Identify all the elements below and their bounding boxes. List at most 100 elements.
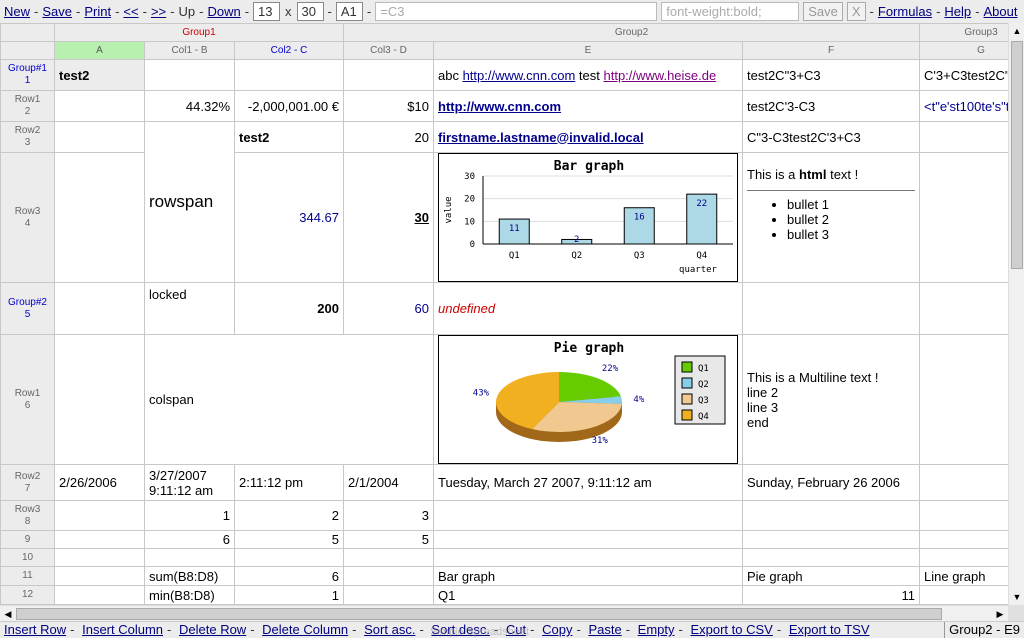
row-header[interactable]: Row1 2 <box>0 90 55 122</box>
cell-b5[interactable]: locked <box>144 282 235 335</box>
cell-d9[interactable]: 5 <box>343 530 434 549</box>
cell-g9[interactable] <box>919 530 1008 549</box>
cell-d12[interactable] <box>343 585 434 605</box>
cell-b11[interactable]: sum(B8:D8) <box>144 566 235 586</box>
row-header[interactable]: Row2 3 <box>0 121 55 153</box>
cell-f4[interactable]: This is a html text ! bullet 1 bullet 2 … <box>742 152 920 283</box>
cell-d5[interactable]: 60 <box>343 282 434 335</box>
horizontal-scroll-thumb[interactable] <box>16 608 942 620</box>
cell-f1[interactable]: test2C"3+C3 <box>742 59 920 91</box>
cell-b6-colspan[interactable]: colspan <box>144 334 434 465</box>
cell-g2[interactable]: <t"e'st100te's"t <box>919 90 1008 122</box>
row-header[interactable]: 11 <box>0 566 55 586</box>
cell-b9[interactable]: 6 <box>144 530 235 549</box>
new-link[interactable]: New <box>4 4 30 19</box>
cell-c5[interactable]: 200 <box>234 282 344 335</box>
sort-asc-link[interactable]: Sort asc. <box>364 622 415 637</box>
col-header-d[interactable]: Col3 - D <box>343 41 434 60</box>
row-header[interactable]: Group#2 5 <box>0 282 55 335</box>
cell-e3[interactable]: firstname.lastname@invalid.local <box>433 121 743 153</box>
row-header[interactable]: Row3 4 <box>0 152 55 283</box>
cell-f2[interactable]: test2C'3-C3 <box>742 90 920 122</box>
cell-f3[interactable]: C"3-C3test2C'3+C3 <box>742 121 920 153</box>
cell-e10[interactable] <box>433 548 743 567</box>
delete-column-link[interactable]: Delete Column <box>262 622 348 637</box>
cell-b1[interactable] <box>144 59 235 91</box>
cell-g12[interactable] <box>919 585 1008 605</box>
col-header-a[interactable]: A <box>54 41 145 60</box>
cell-e5[interactable]: undefined <box>433 282 743 335</box>
cell-c4[interactable]: 344.67 <box>234 152 344 283</box>
cell-d8[interactable]: 3 <box>343 500 434 531</box>
close-button[interactable]: X <box>846 2 866 21</box>
cell-c9[interactable]: 5 <box>234 530 344 549</box>
cell-f7[interactable]: Sunday, February 26 2006 <box>742 464 920 501</box>
cell-g7[interactable] <box>919 464 1008 501</box>
cell-b3-rowspan[interactable]: rowspan <box>144 121 235 283</box>
col-header-c[interactable]: Col2 - C <box>234 41 344 60</box>
copy-link[interactable]: Copy <box>542 622 572 637</box>
cols-input[interactable]: 30 <box>296 2 324 21</box>
group-header-3[interactable]: Group3 <box>919 23 1008 42</box>
cell-d1[interactable] <box>343 59 434 91</box>
cell-c1[interactable] <box>234 59 344 91</box>
cell-c11[interactable]: 6 <box>234 566 344 586</box>
col-header-g[interactable]: G <box>919 41 1008 60</box>
horizontal-scrollbar[interactable]: ◀ ▶ <box>0 605 1008 621</box>
cell-e7[interactable]: Tuesday, March 27 2007, 9:11:12 am <box>433 464 743 501</box>
formula-input[interactable]: =C3 <box>375 2 658 21</box>
cell-a6[interactable] <box>54 334 145 465</box>
cell-e12[interactable]: Q1 <box>433 585 743 605</box>
cell-a2[interactable] <box>54 90 145 122</box>
cell-a1[interactable]: test2 <box>54 59 145 91</box>
email-link[interactable]: firstname.lastname@invalid.local <box>438 130 644 145</box>
row-header[interactable]: Group#1 1 <box>0 59 55 91</box>
cell-e8[interactable] <box>433 500 743 531</box>
export-csv-link[interactable]: Export to CSV <box>690 622 772 637</box>
cell-c8[interactable]: 2 <box>234 500 344 531</box>
cell-c12[interactable]: 1 <box>234 585 344 605</box>
cell-d10[interactable] <box>343 548 434 567</box>
scroll-down-icon[interactable]: ▼ <box>1009 589 1024 605</box>
cell-a12[interactable] <box>54 585 145 605</box>
cell-c2[interactable]: -2,000,001.00 € <box>234 90 344 122</box>
insert-row-link[interactable]: Insert Row <box>4 622 66 637</box>
cell-d2[interactable]: $10 <box>343 90 434 122</box>
row-header[interactable]: 10 <box>0 548 55 567</box>
cnn-link[interactable]: http://www.cnn.com <box>463 68 576 83</box>
formulas-link[interactable]: Formulas <box>878 4 932 19</box>
cell-f5[interactable] <box>742 282 920 335</box>
cell-b7[interactable]: 3/27/2007 9:11:12 am <box>144 464 235 501</box>
cell-a11[interactable] <box>54 566 145 586</box>
row-header[interactable]: Row3 8 <box>0 500 55 531</box>
print-link[interactable]: Print <box>84 4 111 19</box>
about-link[interactable]: About <box>984 4 1018 19</box>
cell-g8[interactable] <box>919 500 1008 531</box>
save-button[interactable]: Save <box>803 2 843 21</box>
group-header-1[interactable]: Group1 <box>54 23 344 42</box>
rows-input[interactable]: 13 <box>253 2 281 21</box>
corner-cell[interactable] <box>0 23 55 42</box>
cell-g4[interactable] <box>919 152 1008 283</box>
cell-e9[interactable] <box>433 530 743 549</box>
cell-f11[interactable]: Pie graph <box>742 566 920 586</box>
cell-e2[interactable]: http://www.cnn.com <box>433 90 743 122</box>
insert-column-link[interactable]: Insert Column <box>82 622 163 637</box>
cell-b10[interactable] <box>144 548 235 567</box>
col-header-f[interactable]: F <box>742 41 920 60</box>
prev-link[interactable]: << <box>123 4 138 19</box>
cell-a4[interactable] <box>54 152 145 283</box>
row-header[interactable]: Row2 7 <box>0 464 55 501</box>
col-header-b[interactable]: Col1 - B <box>144 41 235 60</box>
cnn-link-bold[interactable]: http://www.cnn.com <box>438 99 561 114</box>
cell-g3[interactable] <box>919 121 1008 153</box>
cell-ref-input[interactable]: A1 <box>335 2 363 21</box>
cell-b12[interactable]: min(B8:D8) <box>144 585 235 605</box>
cell-f12[interactable]: 11 <box>742 585 920 605</box>
cell-a5[interactable] <box>54 282 145 335</box>
cell-d11[interactable] <box>343 566 434 586</box>
cell-g10[interactable] <box>919 548 1008 567</box>
scroll-up-icon[interactable]: ▲ <box>1009 23 1024 39</box>
paste-link[interactable]: Paste <box>588 622 621 637</box>
cell-f6[interactable]: This is a Multiline text ! line 2 line 3… <box>742 334 920 465</box>
